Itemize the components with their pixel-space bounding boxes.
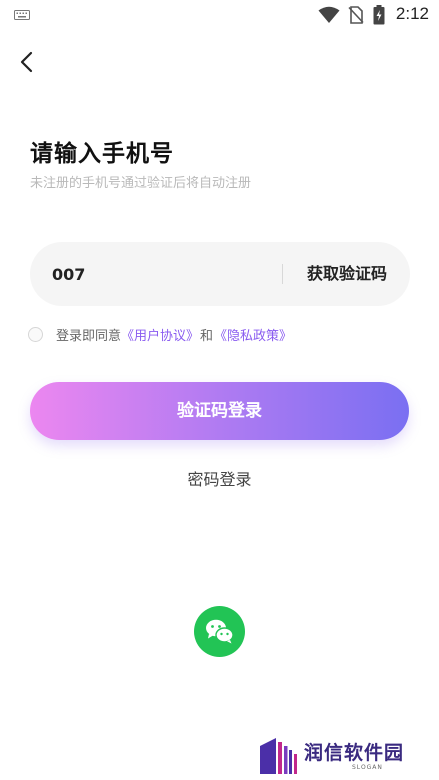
agreement-prefix: 登录即同意 — [56, 328, 122, 344]
watermark-text: 润信软件园 — [304, 742, 405, 764]
watermark: 润信软件园 SLOGAN — [258, 736, 428, 776]
status-time: 2:12 — [395, 4, 429, 23]
agreement-row: 登录即同意 《用户协议》 和 《隐私政策》 — [28, 324, 292, 344]
agreement-and: 和 — [200, 328, 214, 344]
wechat-icon — [206, 619, 234, 644]
battery-charging-icon — [373, 5, 385, 25]
phone-input-box: 获取验证码 — [30, 242, 410, 306]
back-button[interactable] — [12, 46, 44, 78]
watermark-slogan: SLOGAN — [352, 764, 383, 771]
keyboard-icon — [14, 10, 30, 20]
page-subtitle: 未注册的手机号通过验证后将自动注册 — [30, 176, 252, 191]
no-sim-icon — [348, 6, 364, 24]
get-code-button[interactable]: 获取验证码 — [292, 258, 402, 290]
chevron-left-icon — [20, 51, 33, 73]
divider — [282, 264, 283, 284]
privacy-policy-link[interactable]: 《隐私政策》 — [214, 325, 292, 344]
user-agreement-link[interactable]: 《用户协议》 — [121, 325, 199, 344]
agreement-checkbox[interactable] — [28, 326, 43, 342]
phone-input[interactable] — [52, 258, 272, 290]
sms-login-button[interactable]: 验证码登录 — [30, 382, 409, 440]
status-bar: 2:12 — [0, 0, 439, 30]
page-title: 请输入手机号 — [30, 141, 174, 167]
watermark-logo-icon — [260, 738, 297, 774]
wechat-login-button[interactable] — [194, 606, 245, 657]
wifi-icon — [318, 6, 340, 23]
password-login-link[interactable]: 密码登录 — [0, 466, 439, 490]
